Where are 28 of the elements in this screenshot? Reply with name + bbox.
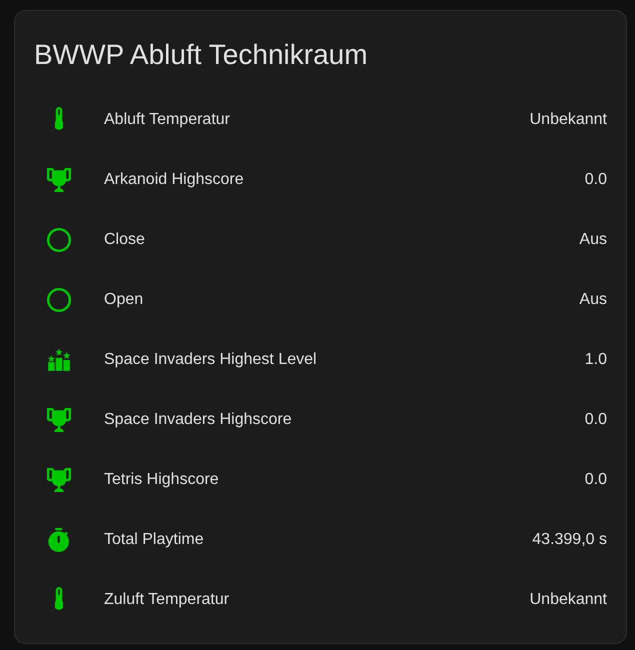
trophy-icon [47, 168, 71, 192]
entity-name[interactable]: Abluft Temperatur [104, 111, 230, 129]
entity-name[interactable]: Space Invaders Highscore [104, 411, 292, 429]
entity-state: Aus [579, 291, 607, 309]
entity-state: 0.0 [584, 411, 607, 429]
entity-state: 43.399,0 s [532, 531, 607, 549]
entity-state: 0.0 [584, 471, 607, 489]
entity-state: Unbekannt [530, 111, 607, 129]
podium-stars-icon [47, 348, 71, 372]
entity-state: Aus [579, 231, 607, 249]
thermometer-icon [55, 587, 63, 613]
card-title: BWWP Abluft Technikraum [34, 38, 368, 72]
entity-name[interactable]: Tetris Highscore [104, 471, 219, 489]
entity-name[interactable]: Open [104, 291, 144, 309]
circle-icon [47, 228, 71, 252]
entity-name[interactable]: Space Invaders Highest Level [104, 351, 317, 369]
stopwatch-icon [47, 528, 71, 552]
entity-state: Unbekannt [530, 591, 607, 609]
entity-name[interactable]: Arkanoid Highscore [104, 171, 244, 189]
entity-name[interactable]: Total Playtime [104, 531, 204, 549]
circle-icon [47, 288, 71, 312]
entity-name[interactable]: Zuluft Temperatur [104, 591, 230, 609]
thermometer-icon [55, 107, 63, 133]
entity-state: 1.0 [584, 351, 607, 369]
entity-state: 0.0 [584, 171, 607, 189]
trophy-icon [47, 468, 71, 492]
trophy-icon [47, 408, 71, 432]
entity-name[interactable]: Close [104, 231, 145, 249]
